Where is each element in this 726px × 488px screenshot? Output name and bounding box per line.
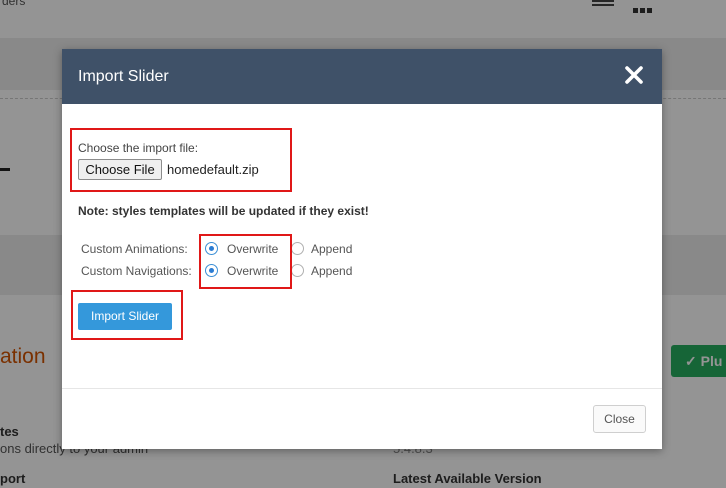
- animations-append-radio[interactable]: [291, 242, 304, 255]
- highlight-overwrite-box: [199, 234, 292, 289]
- highlight-import-box: [71, 290, 183, 340]
- dialog-title: Import Slider: [78, 68, 169, 85]
- navigations-append-radio[interactable]: [291, 264, 304, 277]
- dialog-header: Import Slider: [62, 49, 662, 104]
- close-button[interactable]: Close: [593, 405, 646, 433]
- import-slider-dialog: Import Slider Choose the import file: Ch…: [62, 49, 662, 449]
- footer-divider: [62, 388, 662, 389]
- custom-navigations-label: Custom Navigations:: [81, 264, 192, 278]
- animations-append-label[interactable]: Append: [311, 242, 352, 256]
- note-text: Note: styles templates will be updated i…: [78, 204, 369, 218]
- highlight-file-box: [70, 128, 292, 192]
- custom-animations-label: Custom Animations:: [81, 242, 188, 256]
- navigations-append-label[interactable]: Append: [311, 264, 352, 278]
- close-icon[interactable]: [622, 63, 646, 87]
